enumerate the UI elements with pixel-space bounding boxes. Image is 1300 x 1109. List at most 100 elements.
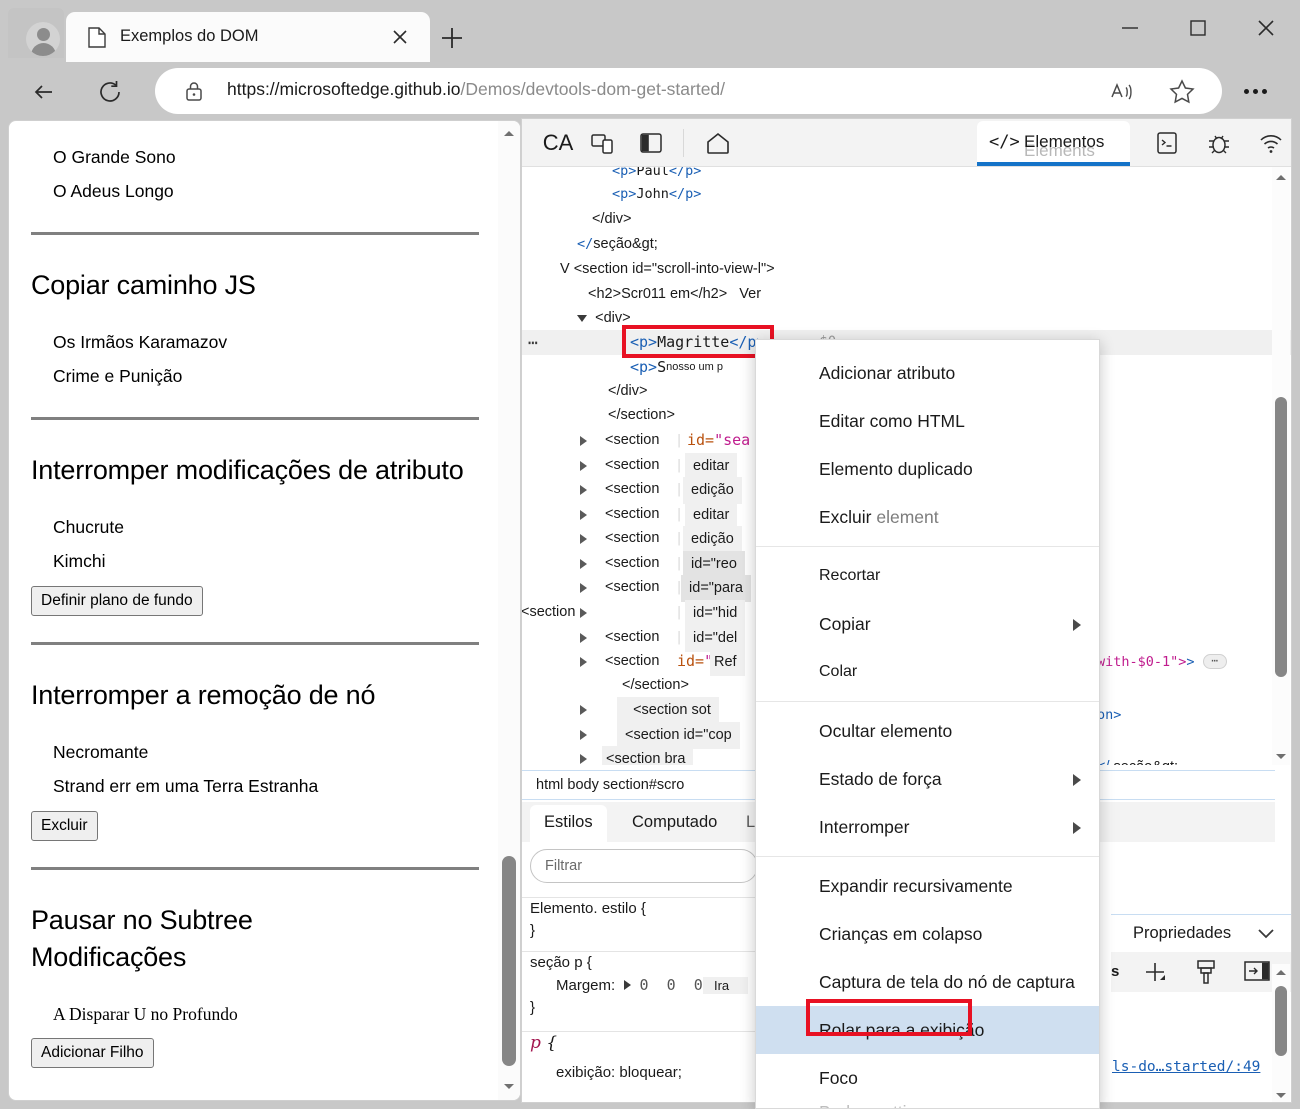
list-item: Crime e Punição — [53, 366, 183, 387]
url-path: /Demos/devtools-dom-get-started/ — [460, 79, 726, 99]
list-item: A Disparar U no Profundo — [53, 1004, 238, 1024]
menu-item-paste[interactable]: Colar — [756, 648, 1099, 696]
dom-attr-fragment: with-$0-1">> ⋯ — [1097, 654, 1227, 670]
scrollbar-thumb[interactable] — [502, 856, 516, 1066]
list-item: Kimchi — [53, 551, 106, 572]
chevron-down-icon[interactable] — [1257, 927, 1275, 946]
list-item: O Adeus Longo — [53, 181, 174, 202]
maximize-icon[interactable] — [1164, 0, 1232, 56]
css-line: seção p { — [530, 954, 592, 971]
menu-item-collapse-children[interactable]: Crianças em colapso — [756, 910, 1099, 958]
styles-pane-scrollbar[interactable] — [1272, 964, 1290, 1102]
list-item: Chucrute — [53, 516, 125, 537]
dom-node[interactable]: <p>John</p> — [522, 182, 1291, 207]
star-icon[interactable] — [1167, 77, 1197, 107]
css-rule-section-p[interactable]: seção p { Margem: 0 0 0 Ira } — [522, 951, 762, 1031]
scroll-up-icon[interactable] — [502, 127, 516, 141]
menu-item-break-on[interactable]: Interromper — [756, 803, 1099, 851]
expand-badge-icon[interactable]: ⋯ — [1202, 654, 1227, 669]
dom-tree-scrollbar[interactable] — [1272, 167, 1290, 765]
list-item: Os Irmãos Karamazov — [53, 331, 228, 352]
menu-item-copy[interactable]: Copiar — [756, 600, 1099, 648]
tab-estilos[interactable]: Estilos — [530, 805, 607, 842]
scroll-down-icon[interactable] — [1275, 749, 1287, 761]
page-content: O Grande Sono O Adeus Longo Copiar camin… — [9, 121, 501, 1100]
avatar — [26, 22, 60, 56]
new-tab-button[interactable] — [436, 22, 468, 54]
list-item: Strand err em uma Terra Estranha — [53, 776, 319, 797]
back-button[interactable] — [26, 74, 62, 110]
divider — [31, 231, 479, 235]
delete-button[interactable]: Excluir — [31, 810, 98, 841]
close-icon[interactable] — [388, 25, 412, 49]
dom-node[interactable]: </ seção&gt; — [522, 232, 1291, 257]
dom-node[interactable]: </div> — [522, 207, 1291, 232]
browser-settings-more-icon[interactable] — [1240, 77, 1270, 105]
dom-node[interactable]: <h2>Scr011 em</h2> Ver — [522, 282, 1291, 307]
tab-computado[interactable]: Computado — [618, 805, 731, 842]
menu-item-edit-as-html[interactable]: Editar como HTML — [756, 397, 1099, 445]
tab-elementos[interactable]: </> Elements Elementos — [977, 121, 1130, 166]
window-close-icon[interactable] — [1232, 0, 1300, 56]
device-emulation-icon[interactable] — [584, 127, 622, 159]
scroll-up-icon[interactable] — [1275, 966, 1287, 978]
add-child-button[interactable]: Adicionar Filho — [31, 1038, 154, 1069]
menu-item-force-state[interactable]: Estado de força — [756, 755, 1099, 803]
lock-icon — [183, 80, 205, 102]
scroll-down-icon[interactable] — [502, 1079, 516, 1093]
divider — [31, 641, 479, 645]
menu-item-hide-element[interactable]: Ocultar elemento — [756, 707, 1099, 755]
dom-node[interactable]: V <section id="scroll-into-view-l"> — [522, 257, 1291, 282]
menu-item-scroll-into-view[interactable]: Rolar para a exibição — [756, 1006, 1099, 1054]
address-bar[interactable]: https://microsoftedge.github.io/Demos/de… — [155, 68, 1222, 114]
page-scrollbar[interactable] — [498, 121, 520, 1100]
profile-button[interactable] — [8, 8, 64, 58]
css-rule-p[interactable]: p { exibição: bloquear; — [522, 1031, 762, 1101]
scroll-up-icon[interactable] — [1275, 171, 1287, 183]
chevron-right-icon — [1073, 774, 1081, 786]
network-icon[interactable] — [1252, 127, 1290, 159]
console-icon[interactable] — [1148, 127, 1186, 159]
menu-item-delete-element[interactable]: Excluir element — [756, 493, 1099, 541]
menu-item-duplicate-element[interactable]: Elemento duplicado — [756, 445, 1099, 493]
properties-title: Propriedades — [1133, 924, 1232, 942]
scrollbar-thumb[interactable] — [1275, 986, 1287, 1056]
menu-item-partial[interactable]: Badge settings — [756, 1102, 1099, 1108]
bug-icon[interactable] — [1200, 127, 1238, 159]
menu-item-capture-node-screenshot[interactable]: Captura de tela do nó de captura — [756, 958, 1099, 1006]
css-rule-element-style[interactable]: Elemento. estilo { } — [522, 897, 762, 951]
scrollbar-thumb[interactable] — [1275, 397, 1287, 677]
brush-icon[interactable] — [1193, 958, 1219, 991]
browser-tab[interactable]: Exemplos do DOM — [66, 12, 430, 62]
home-icon[interactable] — [697, 127, 739, 159]
window-controls — [1096, 0, 1300, 56]
menu-item-cut[interactable]: Recortar — [756, 552, 1099, 600]
css-line-margin[interactable]: Margem: 0 0 0 Ira — [522, 974, 762, 997]
set-background-button[interactable]: Definir plano de fundo — [31, 585, 203, 616]
scroll-down-icon[interactable] — [1275, 1088, 1287, 1100]
dom-context-menu[interactable]: Adicionar atributo Editar como HTML Elem… — [755, 339, 1100, 1109]
menu-item-expand-recursively[interactable]: Expandir recursivamente — [756, 862, 1099, 910]
menu-item-focus[interactable]: Foco — [756, 1054, 1099, 1102]
ellipsis-icon[interactable]: ⋯ — [528, 330, 539, 355]
dock-panel-icon[interactable] — [632, 127, 670, 159]
read-aloud-icon[interactable] — [1107, 77, 1137, 107]
css-line: Elemento. estilo { — [530, 900, 646, 917]
divider — [31, 416, 479, 420]
menu-item-add-attribute[interactable]: Adicionar atributo — [756, 349, 1099, 397]
list-item: Necromante — [53, 741, 149, 762]
source-link[interactable]: ls-do…started/:49 — [1112, 1059, 1260, 1075]
menu-divider — [756, 546, 1099, 547]
devtools-toolbar: CA </> Elements Elementos — [522, 119, 1291, 167]
reload-button[interactable] — [92, 74, 128, 110]
dock-right-icon[interactable] — [1243, 960, 1271, 987]
tab-label: Elementos — [1024, 132, 1105, 151]
filter-input[interactable]: Filtrar — [530, 849, 758, 883]
minimize-icon[interactable] — [1096, 0, 1164, 56]
devtools-ca-label[interactable]: CA — [536, 127, 580, 159]
page-viewport: O Grande Sono O Adeus Longo Copiar camin… — [8, 120, 521, 1101]
properties-pane-header[interactable]: Propriedades — [1111, 914, 1291, 952]
plus-icon[interactable] — [1141, 958, 1169, 991]
page-heading: Pausar no Subtree Modificações — [31, 904, 253, 972]
tab-strip: Exemplos do DOM — [0, 0, 1300, 62]
